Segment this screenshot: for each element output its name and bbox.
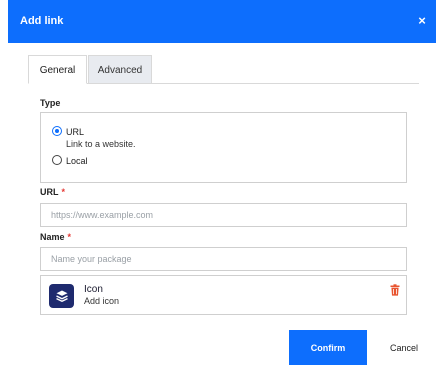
radio-local[interactable] [52,155,62,165]
url-required-mark: * [61,187,66,197]
tab-advanced[interactable]: Advanced [88,55,152,84]
type-radio-group: URL Link to a website. Local [40,112,407,183]
url-label-text: URL [40,187,59,197]
icon-card: Icon Add icon [40,275,407,315]
tab-bar: General Advanced [28,55,419,84]
radio-url-description: Link to a website. [66,139,136,149]
confirm-button[interactable]: Confirm [289,330,367,365]
radio-url-label[interactable]: URL [66,127,84,137]
icon-card-title: Icon [84,284,103,295]
close-icon[interactable]: × [414,11,430,31]
name-required-mark: * [67,232,72,242]
dialog-header: Add link × [8,0,436,43]
url-label: URL * [40,187,65,197]
radio-local-label[interactable]: Local [66,156,88,166]
name-input[interactable] [40,247,407,271]
dialog-title: Add link [20,15,64,27]
url-input[interactable] [40,203,407,227]
type-label: Type [40,98,61,108]
trash-icon[interactable] [390,283,400,296]
stack-layers-icon[interactable] [49,284,74,308]
name-label-text: Name [40,232,65,242]
tab-general[interactable]: General [28,55,87,84]
radio-url[interactable] [52,126,62,136]
name-label: Name * [40,232,71,242]
cancel-button[interactable]: Cancel [380,330,428,365]
icon-card-subtitle: Add icon [84,296,120,306]
